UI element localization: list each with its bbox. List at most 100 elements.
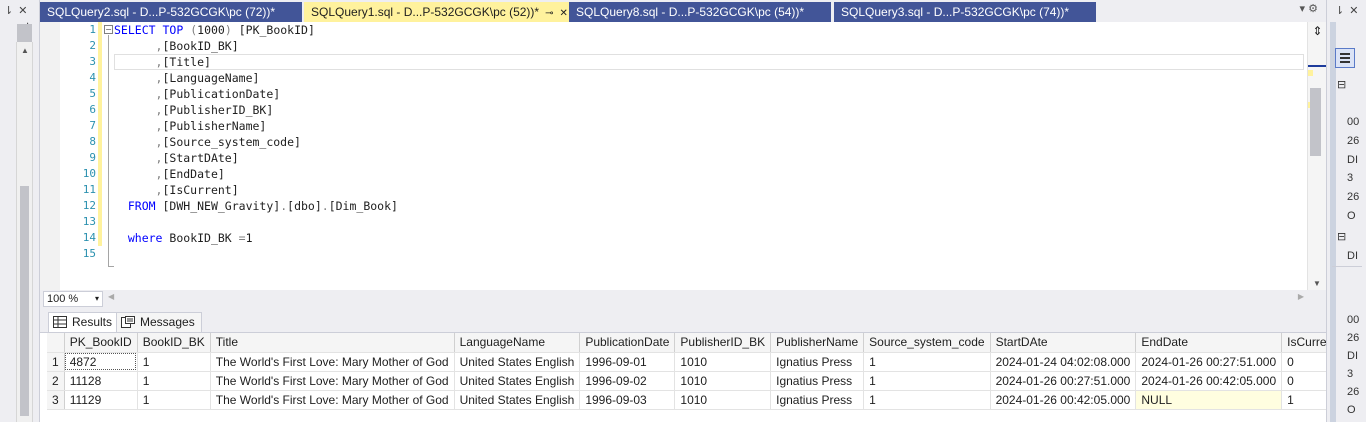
code-line: ,[Source_system_code] [155, 135, 301, 149]
grid-cell[interactable]: United States English [454, 352, 581, 372]
panel-splitter[interactable] [1330, 22, 1336, 422]
query-editor[interactable]: 1 2 3 4 5 6 7 8 9 10 11 12 13 14 15 − SELECT TOP (1000… [60, 22, 1307, 290]
split-window-icon[interactable]: ⇕ [1311, 24, 1324, 38]
grid-cell[interactable]: The World's First Love: Mary Mother of G… [210, 390, 455, 410]
grid-cell[interactable]: United States English [454, 371, 581, 391]
row-number[interactable]: 3 [47, 390, 65, 410]
pin-tab-icon[interactable]: ⊸ [545, 8, 553, 19]
zoom-select[interactable]: 100 % ▾ [43, 291, 103, 307]
grid-cell[interactable]: Ignatius Press [770, 390, 865, 410]
grid-cell[interactable]: 2024-01-26 00:27:51.000 [990, 371, 1137, 391]
property-value: 00 [1347, 116, 1360, 128]
property-value: 26 [1347, 191, 1360, 203]
column-header[interactable]: BookID_BK [137, 333, 211, 353]
collapse-icon[interactable]: − [104, 25, 113, 34]
column-header[interactable]: Source_system_code [863, 333, 991, 353]
grid-cell[interactable]: 4872 [64, 352, 138, 372]
close-tab-icon[interactable]: ✕ [559, 8, 567, 19]
zoom-value: 100 % [47, 293, 79, 305]
grid-cell[interactable]: 1 [863, 390, 991, 410]
property-value: 26 [1347, 135, 1360, 147]
grid-cell[interactable]: NULL [1135, 390, 1283, 410]
change-marker [98, 22, 102, 38]
pin-close-icon[interactable]: ⇂ ✕ [1335, 4, 1360, 17]
sql-code[interactable]: SELECT TOP (1000) [PK_BookID] ,[BookID_B… [114, 22, 1304, 290]
line-number: 7 [89, 119, 96, 132]
grid-cell[interactable]: 1 [863, 352, 991, 372]
column-header[interactable]: PK_BookID [64, 333, 138, 353]
column-header[interactable]: PublisherName [770, 333, 865, 353]
table-row[interactable]: 3 11129 1 The World's First Love: Mary Moth… [47, 390, 1343, 410]
grid-cell[interactable]: 1010 [674, 371, 772, 391]
editor-horizontal-scrollbar[interactable]: ◀ ▶ [106, 292, 1306, 306]
pin-close-icon[interactable]: ⇂ ✕ [4, 4, 29, 17]
column-header[interactable]: EndDate [1135, 333, 1283, 353]
collapse-icon[interactable]: ⊟ [1337, 230, 1346, 243]
grid-cell[interactable]: Ignatius Press [770, 371, 865, 391]
tab-sqlquery1[interactable]: SQLQuery1.sql - D...P-532GCGK\pc (52))* ⊸… [304, 2, 572, 22]
grid-cell[interactable]: United States English [454, 390, 581, 410]
results-grid[interactable]: PK_BookID BookID_BK Title LanguageName P… [40, 332, 1343, 422]
grid-cell[interactable]: 1 [137, 390, 211, 410]
tab-label: Messages [140, 315, 195, 329]
column-header[interactable]: Title [210, 333, 455, 353]
scroll-up-icon[interactable]: ▲ [21, 46, 29, 55]
grid-cell[interactable]: 1010 [674, 390, 772, 410]
code-line: ,[IsCurrent] [155, 183, 239, 197]
scroll-right-icon[interactable]: ▶ [1298, 292, 1304, 301]
grid-cell[interactable]: 2024-01-26 00:27:51.000 [1135, 352, 1283, 372]
scroll-thumb[interactable] [1310, 88, 1321, 156]
line-number: 8 [89, 135, 96, 148]
grid-cell[interactable]: 2024-01-26 00:42:05.000 [990, 390, 1137, 410]
line-number: 1 [89, 23, 96, 36]
collapse-icon[interactable]: ⊟ [1337, 78, 1346, 91]
change-marker [1308, 70, 1313, 76]
grid-cell[interactable]: Ignatius Press [770, 352, 865, 372]
change-marker [98, 118, 102, 134]
column-header[interactable]: LanguageName [454, 333, 581, 353]
row-number[interactable]: 2 [47, 371, 65, 391]
header-row: PK_BookID BookID_BK Title LanguageName P… [47, 333, 1343, 353]
grid-cell[interactable]: 2024-01-24 04:02:08.000 [990, 352, 1137, 372]
scroll-down-icon[interactable]: ▼ [1313, 279, 1321, 288]
property-value: 26 [1347, 386, 1360, 398]
grid-cell[interactable]: 1010 [674, 352, 772, 372]
left-vertical-scrollbar[interactable]: ▲ [16, 42, 33, 422]
column-header[interactable]: PublisherID_BK [674, 333, 772, 353]
panel-scroll-thumb[interactable] [17, 24, 32, 42]
property-value: 3 [1347, 172, 1354, 184]
tab-messages[interactable]: Messages [116, 312, 202, 332]
tab-sqlquery2[interactable]: SQLQuery2.sql - D...P-532GCGK\pc (72))* [40, 2, 302, 22]
scroll-left-icon[interactable]: ◀ [108, 292, 114, 301]
code-line: ,[LanguageName] [155, 71, 260, 85]
row-number[interactable]: 1 [47, 352, 65, 372]
table-row[interactable]: 2 11128 1 The World's First Love: Mary Moth… [47, 371, 1343, 391]
tab-sqlquery8[interactable]: SQLQuery8.sql - D...P-532GCGK\pc (54))* [569, 2, 831, 22]
grid-cell[interactable]: 1 [863, 371, 991, 391]
property-value: DI [1347, 350, 1358, 362]
grid-cell[interactable]: 11129 [64, 390, 138, 410]
editor-vertical-scrollbar[interactable]: ⇕ ▼ [1307, 22, 1327, 290]
column-header[interactable]: StartDAte [990, 333, 1137, 353]
column-header[interactable]: PublicationDate [579, 333, 676, 353]
property-label: DI [1347, 250, 1358, 262]
table-row[interactable]: 1 4872 1 The World's First Love: Mary Mothe… [47, 352, 1343, 372]
scroll-thumb[interactable] [20, 186, 29, 416]
grid-cell[interactable]: 1 [137, 352, 211, 372]
row-number-header[interactable] [47, 333, 65, 353]
property-value: 00 [1347, 314, 1360, 326]
grid-cell[interactable]: 1 [137, 371, 211, 391]
tab-results[interactable]: Results [48, 312, 120, 332]
panel-divider [1332, 266, 1362, 267]
tab-dropdown-icon[interactable]: ▾ ⚙ [1300, 2, 1318, 15]
tab-sqlquery3[interactable]: SQLQuery3.sql - D...P-532GCGK\pc (74))* [834, 2, 1096, 22]
grid-cell[interactable]: 1996-09-01 [579, 352, 676, 372]
grid-cell[interactable]: 1996-09-02 [579, 371, 676, 391]
grid-cell[interactable]: 1996-09-03 [579, 390, 676, 410]
tab-label: SQLQuery2.sql - D...P-532GCGK\pc (72))* [47, 5, 276, 19]
grid-cell[interactable]: 11128 [64, 371, 138, 391]
grid-cell[interactable]: 2024-01-26 00:42:05.000 [1135, 371, 1283, 391]
grid-cell[interactable]: The World's First Love: Mary Mother of G… [210, 352, 455, 372]
categorized-button[interactable] [1335, 48, 1355, 68]
grid-cell[interactable]: The World's First Love: Mary Mother of G… [210, 371, 455, 391]
